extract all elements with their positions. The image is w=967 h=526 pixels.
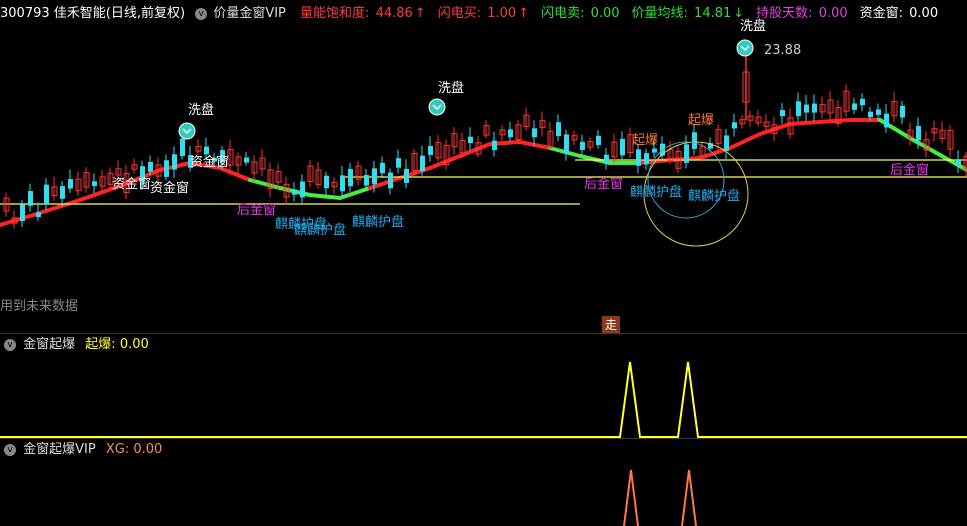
washout-marker-icon bbox=[178, 122, 196, 140]
candle-body bbox=[44, 184, 49, 204]
panel1-value: 0.00 bbox=[119, 337, 149, 352]
candle-body bbox=[28, 191, 33, 206]
candle-body bbox=[36, 212, 41, 218]
candle-body bbox=[300, 181, 305, 198]
zijinchuang-label-3: 资金窗 bbox=[150, 181, 190, 196]
candle-body bbox=[324, 175, 329, 189]
qibao-label: 起爆 bbox=[632, 133, 659, 148]
chevron-down-icon[interactable]: v bbox=[4, 443, 16, 456]
panel-divider bbox=[0, 333, 967, 334]
qilin-label-2: 麒麟护盘 bbox=[294, 223, 347, 238]
candle-body bbox=[244, 157, 249, 163]
candle-body bbox=[148, 161, 153, 172]
zijinchuang-label-2: 资金窗 bbox=[112, 177, 152, 192]
moving-average-segment bbox=[788, 120, 822, 126]
candle-body bbox=[692, 132, 697, 149]
candle-body bbox=[860, 98, 865, 106]
candle-body bbox=[164, 160, 169, 177]
candle-body bbox=[620, 138, 625, 156]
candle-body bbox=[420, 155, 425, 172]
washout-marker-icon bbox=[736, 39, 754, 57]
candle-body bbox=[916, 125, 921, 141]
panel2-name[interactable]: 金窗起爆VIP bbox=[23, 442, 96, 457]
candle-body bbox=[732, 122, 737, 129]
candle-body bbox=[956, 159, 961, 166]
candle-body bbox=[180, 138, 185, 157]
candle-body bbox=[20, 204, 25, 222]
candle-body bbox=[580, 141, 585, 150]
future-data-note: 用到未来数据 bbox=[0, 299, 79, 314]
candle-body bbox=[404, 168, 409, 183]
candle-body bbox=[780, 110, 785, 117]
candle-body bbox=[292, 189, 297, 195]
candle-body bbox=[596, 135, 601, 146]
candle-body bbox=[364, 175, 369, 186]
candle-body bbox=[812, 103, 817, 113]
candle-body bbox=[900, 105, 905, 118]
candle-body bbox=[604, 154, 609, 164]
houjinchuang-label: 后金窗 bbox=[237, 203, 277, 218]
panel1-header: v 金窗起爆 起爆: 0.00 bbox=[0, 336, 149, 354]
candle-body bbox=[340, 175, 345, 192]
panel-divider-2 bbox=[0, 438, 967, 439]
candle-body bbox=[852, 103, 857, 110]
candle-body bbox=[868, 111, 873, 118]
candle-body bbox=[380, 162, 385, 174]
xipan-label: 洗盘 bbox=[188, 103, 215, 118]
qibao-label-2: 起爆 bbox=[688, 113, 715, 128]
panel2-value: 0.00 bbox=[133, 442, 163, 457]
zou-badge: 走 bbox=[602, 316, 620, 334]
candle-body bbox=[884, 113, 889, 128]
qilin-label-4: 麒麟护盘 bbox=[630, 185, 683, 200]
candle-body bbox=[428, 145, 433, 156]
candle-body bbox=[396, 158, 401, 168]
candle-body bbox=[172, 154, 177, 170]
panel1-name[interactable]: 金窗起爆 bbox=[23, 337, 75, 352]
candle-body bbox=[372, 168, 377, 185]
candle-body bbox=[564, 134, 569, 154]
xg-signal-spike bbox=[623, 469, 639, 526]
candle-body bbox=[508, 129, 513, 138]
xg-signal-spike bbox=[681, 469, 697, 526]
candle-body bbox=[804, 104, 809, 113]
moving-average-segment bbox=[518, 140, 552, 150]
houjinchuang-label-2: 后金窗 bbox=[584, 177, 624, 192]
moving-average-segment bbox=[818, 118, 852, 124]
high-price-label: 23.88 bbox=[764, 43, 802, 58]
xipan-label-2: 洗盘 bbox=[438, 81, 465, 96]
moving-average-segment bbox=[938, 153, 967, 172]
panel1-label: 起爆: bbox=[85, 337, 120, 352]
candle-body bbox=[92, 181, 97, 187]
moving-average-segment bbox=[308, 193, 342, 200]
qilin-label-5: 麒麟护盘 bbox=[688, 189, 741, 204]
candle-body bbox=[60, 186, 65, 199]
candle-body bbox=[68, 179, 73, 189]
candle-body bbox=[684, 144, 689, 163]
candle-body bbox=[796, 101, 801, 117]
candle-body bbox=[724, 135, 729, 151]
moving-average-segment bbox=[908, 136, 942, 157]
candle-body bbox=[556, 122, 561, 137]
candle-body bbox=[388, 172, 393, 189]
qibao-signal-line bbox=[0, 361, 967, 438]
candle-body bbox=[468, 136, 473, 143]
zijinchuang-label: 资金窗 bbox=[190, 155, 230, 170]
panel2-header: v 金窗起爆VIP XG: 0.00 bbox=[0, 441, 162, 459]
panel2-label: XG: bbox=[105, 442, 134, 457]
moving-average-segment bbox=[428, 154, 462, 170]
candle-body bbox=[876, 109, 881, 115]
qilin-label-3: 麒麟护盘 bbox=[352, 215, 405, 230]
candle-body bbox=[492, 140, 497, 151]
candle-body bbox=[532, 128, 537, 138]
chevron-down-icon[interactable]: v bbox=[4, 338, 16, 351]
washout-marker-icon bbox=[428, 98, 446, 116]
xipan-label-3: 洗盘 bbox=[740, 19, 767, 34]
houjinchuang-label-3: 后金窗 bbox=[890, 163, 930, 178]
candle-body bbox=[644, 153, 649, 165]
candle-body bbox=[348, 168, 353, 187]
